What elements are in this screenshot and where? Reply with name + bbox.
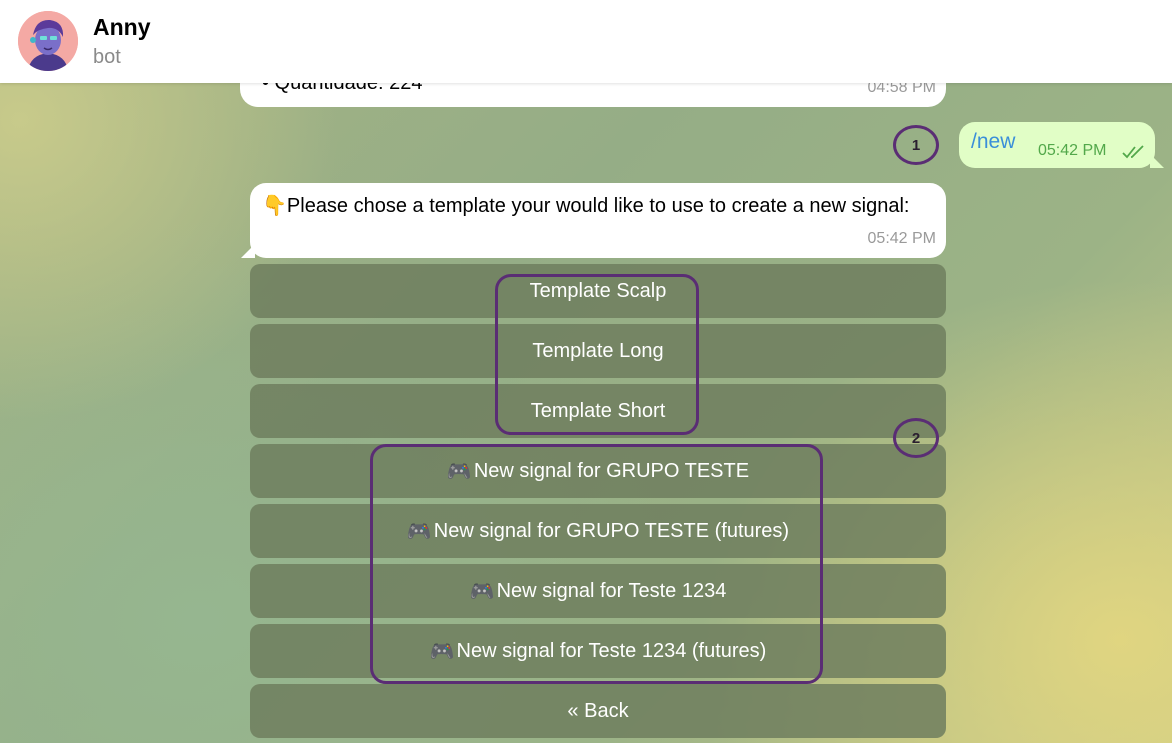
button-label: New signal for Teste 1234 [496, 579, 727, 602]
message-bubble-prompt: 👇Please chose a template your would like… [241, 183, 946, 258]
chat-name[interactable]: Anny [93, 14, 151, 41]
button-label: Template Long [532, 339, 664, 362]
command-link[interactable]: /new [971, 130, 1015, 154]
pointing-down-icon: 👇 [262, 195, 287, 217]
chat-status: bot [93, 46, 121, 68]
message-time: 05:42 PM [1038, 142, 1107, 159]
button-label: New signal for GRUPO TESTE (futures) [433, 519, 790, 542]
game-controller-icon: 🎮 [406, 520, 432, 543]
chat-header: Anny bot [0, 0, 1172, 83]
game-controller-icon: 🎮 [469, 580, 495, 603]
double-check-icon [1122, 145, 1144, 159]
message-text: 👇Please chose a template your would like… [262, 191, 942, 221]
button-new-signal-grupo-teste[interactable]: 🎮 New signal for GRUPO TESTE [250, 444, 946, 498]
prompt-text: Please chose a template your would like … [286, 195, 910, 217]
button-new-signal-grupo-teste-futures[interactable]: 🎮 New signal for GRUPO TESTE (futures) [250, 504, 946, 558]
game-controller-icon: 🎮 [446, 460, 472, 483]
button-template-scalp[interactable]: Template Scalp [250, 264, 946, 318]
button-label: Template Short [530, 399, 666, 422]
game-controller-icon: 🎮 [429, 640, 455, 663]
button-label: New signal for Teste 1234 (futures) [456, 639, 767, 662]
bubble-tail [1150, 154, 1164, 168]
button-template-short[interactable]: Template Short [250, 384, 946, 438]
button-label: New signal for GRUPO TESTE [473, 459, 750, 482]
button-new-signal-teste-1234-futures[interactable]: 🎮 New signal for Teste 1234 (futures) [250, 624, 946, 678]
back-button[interactable]: « Back [250, 684, 946, 738]
annotation-marker-2: 2 [893, 418, 939, 458]
button-label: « Back [567, 699, 629, 722]
annotation-marker-1: 1 [893, 125, 939, 165]
button-new-signal-teste-1234[interactable]: 🎮 New signal for Teste 1234 [250, 564, 946, 618]
message-time: 05:42 PM [867, 230, 936, 247]
button-template-long[interactable]: Template Long [250, 324, 946, 378]
bot-avatar-icon[interactable] [18, 11, 78, 71]
button-label: Template Scalp [529, 279, 667, 302]
message-bubble-outgoing: /new 05:42 PM [959, 122, 1164, 168]
bubble-tail [241, 244, 255, 258]
